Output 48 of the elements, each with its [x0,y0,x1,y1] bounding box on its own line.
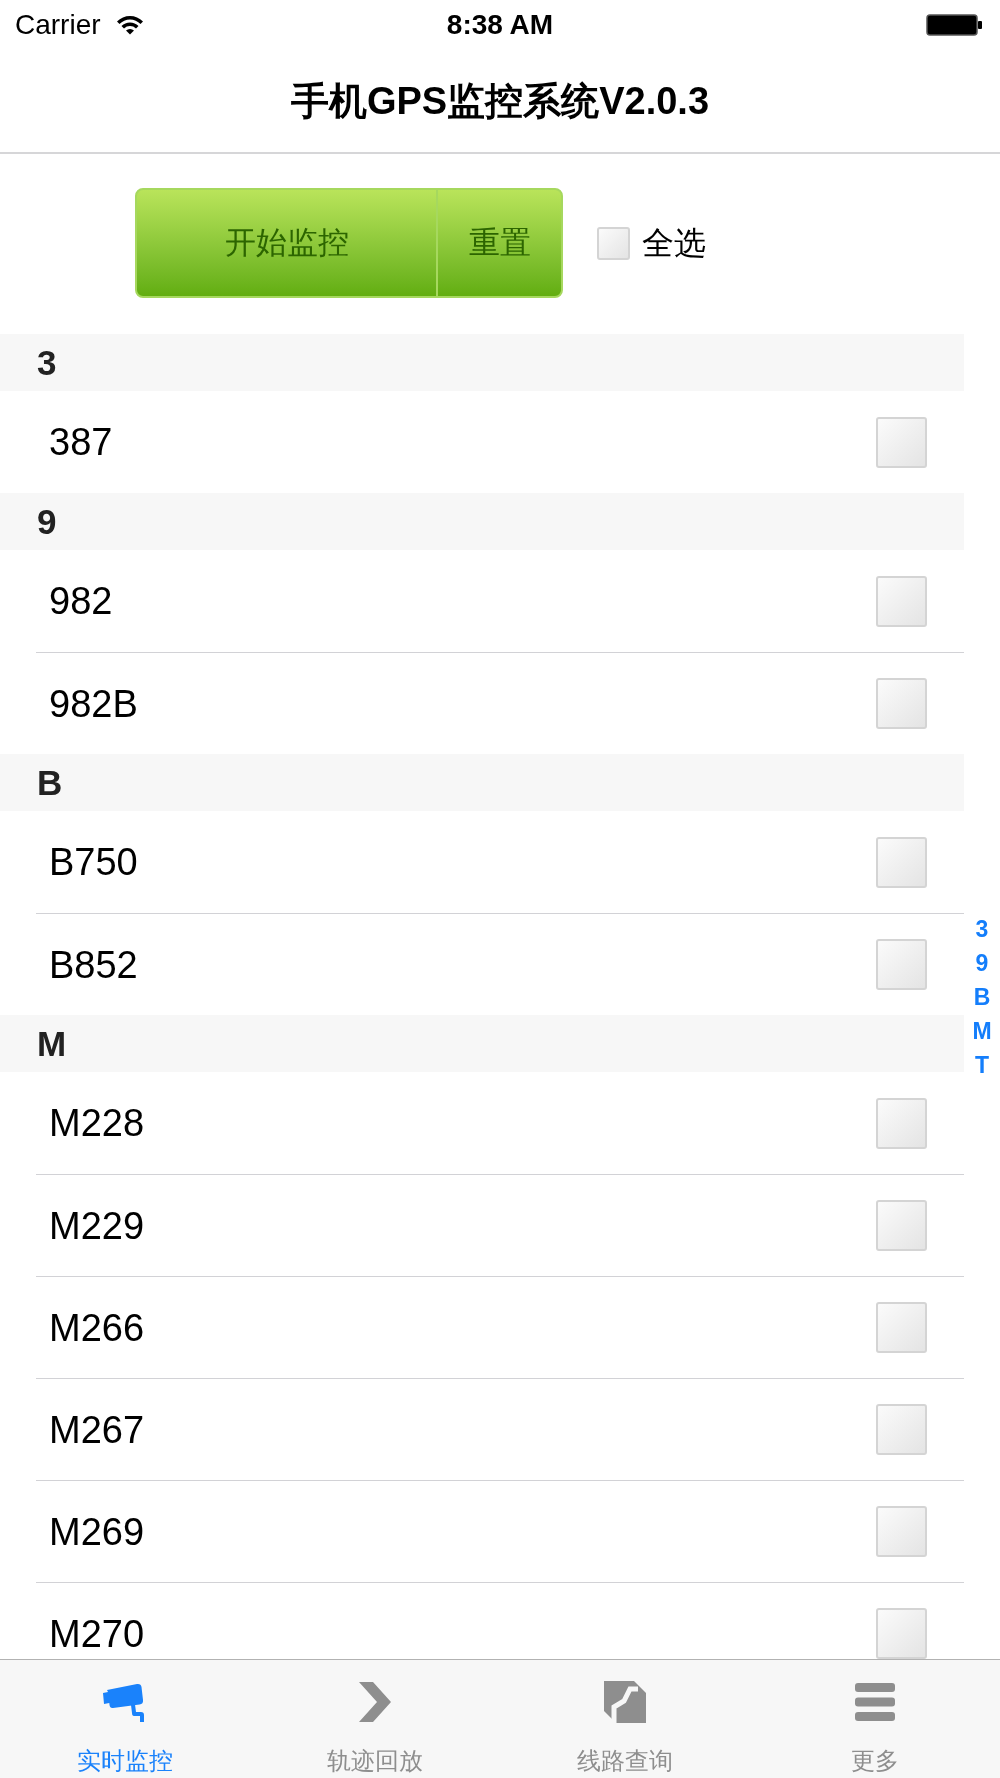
row-label: M269 [49,1512,145,1551]
checkbox[interactable] [876,1302,927,1353]
checkbox[interactable] [876,1097,927,1149]
checkbox[interactable] [876,939,927,990]
row-label: M270 [49,1614,145,1653]
index-letter[interactable]: M [972,1013,992,1048]
select-all-label: 全选 [642,227,706,259]
row-label: M228 [49,1104,145,1142]
checkbox[interactable] [876,575,927,627]
start-monitoring-button[interactable]: 开始监控 [135,188,437,298]
checkbox[interactable] [876,1506,927,1557]
row-label: B852 [49,945,138,984]
checkbox[interactable] [876,678,927,729]
index-letter[interactable]: 9 [975,945,989,980]
checkbox[interactable] [876,836,927,888]
section-header: B [0,754,964,811]
tab[interactable]: 实时监控 [0,1660,250,1778]
time-label: 8:38 AM [446,11,554,39]
section-header: 9 [0,493,964,550]
menu-icon [855,1682,895,1722]
route-map-icon [604,1681,646,1723]
row-label: M266 [49,1308,145,1347]
checkbox[interactable] [876,1200,927,1251]
chevron-right-icon [357,1682,393,1722]
checkbox[interactable] [876,1608,927,1659]
row-label: M229 [49,1206,145,1245]
row-label: M267 [49,1410,145,1449]
section-header: M [0,1015,964,1072]
index-letter[interactable]: 3 [975,911,989,946]
nav-title: 手机GPS监控系统V2.0.3 [290,82,710,120]
tab[interactable]: 线路查询 [500,1660,750,1778]
index-letter[interactable]: B [973,979,991,1014]
row-label: 387 [49,423,113,461]
tab[interactable]: 更多 [750,1660,1000,1778]
checkbox[interactable] [876,1404,927,1455]
checkbox[interactable] [876,416,927,468]
row-label: 982B [49,684,138,723]
carrier-label: Carrier [15,11,101,39]
row-label: B750 [49,843,138,881]
checkbox[interactable] [597,226,630,260]
index-letter[interactable]: T [974,1047,990,1082]
section-header: 3 [0,334,964,391]
reset-button[interactable]: 重置 [437,188,563,298]
row-label: 982 [49,582,113,620]
battery-icon [926,14,982,36]
tab[interactable]: 轨迹回放 [250,1660,500,1778]
security-camera-icon [103,1682,147,1722]
wifi-icon [116,15,143,35]
